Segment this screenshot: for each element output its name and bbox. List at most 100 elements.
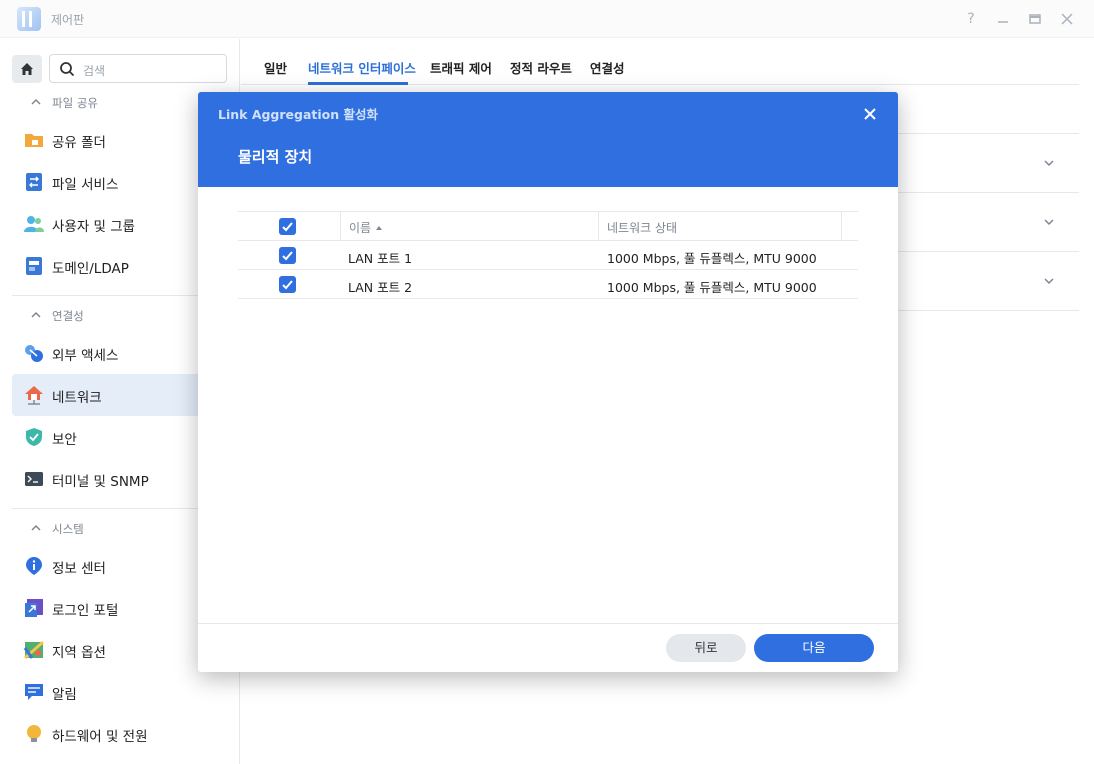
column-separator (598, 212, 599, 241)
sidebar-item-file-services[interactable]: 파일 서비스 (12, 161, 228, 203)
sidebar-item-security[interactable]: 보안 (12, 416, 228, 458)
home-icon (21, 63, 33, 75)
port-status: 1000 Mbps, 풀 듀플렉스, MTU 9000 (607, 251, 817, 266)
sort-ascending-icon (375, 226, 382, 230)
port-name: LAN 포트 2 (348, 280, 413, 295)
port-name: LAN 포트 1 (348, 251, 413, 266)
table-row[interactable]: LAN 포트 1 1000 Mbps, 풀 듀플렉스, MTU 9000 (238, 241, 858, 270)
sidebar-item-label: 정보 센터 (52, 561, 106, 577)
login-portal-icon (25, 599, 43, 617)
users-icon (24, 216, 44, 232)
sidebar-item-regional-options[interactable]: 지역 옵션 (12, 629, 228, 671)
chevron-up-icon (31, 98, 41, 105)
section-label: 연결성 (52, 309, 84, 323)
back-button[interactable]: 뒤로 (666, 634, 746, 662)
sidebar-item-users-groups[interactable]: 사용자 및 그룹 (12, 203, 228, 245)
search-placeholder: 검색 (83, 64, 106, 78)
minimize-icon[interactable] (992, 8, 1014, 30)
row-checkbox[interactable] (279, 276, 296, 293)
file-services-icon (26, 173, 42, 191)
sidebar-item-info-center[interactable]: 정보 센터 (12, 545, 228, 587)
close-icon[interactable] (1056, 8, 1078, 30)
section-connectivity[interactable]: 연결성 (0, 306, 228, 326)
sidebar-item-label: 알림 (52, 687, 77, 703)
column-separator (841, 212, 842, 241)
chevron-down-icon[interactable] (1043, 157, 1055, 169)
active-tab-indicator (308, 82, 408, 85)
column-separator (340, 212, 341, 241)
checkmark-icon (282, 280, 293, 290)
table-row[interactable]: LAN 포트 2 1000 Mbps, 풀 듀플렉스, MTU 9000 (238, 270, 858, 299)
sidebar-item-terminal-snmp[interactable]: 터미널 및 SNMP (12, 458, 228, 500)
maximize-icon[interactable] (1024, 8, 1046, 30)
sidebar-item-hardware-power[interactable]: 하드웨어 및 전원 (12, 713, 228, 755)
sidebar-item-label: 지역 옵션 (52, 645, 106, 661)
port-status: 1000 Mbps, 풀 듀플렉스, MTU 9000 (607, 280, 817, 295)
sidebar-item-label: 사용자 및 그룹 (52, 219, 136, 235)
tab-general[interactable]: 일반 (264, 58, 287, 77)
sidebar-item-network[interactable]: 네트워크 (12, 374, 228, 416)
domain-ldap-icon (26, 257, 42, 275)
divider (12, 295, 228, 296)
link-aggregation-dialog: Link Aggregation 활성화 물리적 장치 이름 네트워크 상태 L… (198, 92, 898, 672)
row-checkbox[interactable] (279, 247, 296, 264)
info-icon (26, 557, 42, 575)
section-label: 파일 공유 (52, 96, 98, 110)
dialog-header: Link Aggregation 활성화 물리적 장치 (198, 92, 898, 187)
shield-icon (26, 428, 42, 446)
chevron-down-icon[interactable] (1043, 216, 1055, 228)
external-access-icon (25, 345, 43, 362)
search-icon (60, 62, 75, 77)
sidebar-item-shared-folder[interactable]: 공유 폴더 (12, 119, 228, 161)
checkmark-icon (282, 222, 293, 232)
column-label: 이름 (349, 221, 372, 235)
help-icon[interactable]: ? (960, 8, 982, 30)
sidebar-item-notifications[interactable]: 알림 (12, 671, 228, 713)
sidebar-item-label: 파일 서비스 (52, 177, 119, 193)
sidebar-item-label: 네트워크 (52, 390, 102, 406)
sidebar-item-label: 로그인 포털 (52, 603, 119, 619)
tab-bar: 일반 네트워크 인터페이스 트래픽 제어 정적 라우트 연결성 (241, 39, 1079, 85)
title-bar: 제어판 ? (0, 0, 1094, 38)
chevron-up-icon (31, 311, 41, 318)
section-file-sharing[interactable]: 파일 공유 (0, 93, 228, 113)
sidebar-item-label: 보안 (52, 432, 77, 448)
search-input[interactable]: 검색 (49, 54, 227, 83)
section-label: 시스템 (52, 522, 84, 536)
home-button[interactable] (12, 55, 42, 83)
tab-static-route[interactable]: 정적 라우트 (510, 58, 572, 77)
divider (198, 623, 898, 624)
close-icon[interactable] (860, 104, 880, 124)
sidebar-item-external-access[interactable]: 외부 액세스 (12, 332, 228, 374)
divider (12, 508, 228, 509)
table-header: 이름 네트워크 상태 (238, 211, 858, 241)
terminal-icon (25, 472, 43, 486)
checkmark-icon (282, 251, 293, 261)
sidebar-item-label: 공유 폴더 (52, 135, 106, 151)
map-icon (24, 640, 44, 660)
section-system[interactable]: 시스템 (0, 519, 228, 539)
sidebar-item-login-portal[interactable]: 로그인 포털 (12, 587, 228, 629)
lightbulb-icon (27, 725, 41, 742)
tab-network-interface[interactable]: 네트워크 인터페이스 (308, 58, 416, 77)
sidebar-item-label: 외부 액세스 (52, 348, 119, 364)
window-title: 제어판 (51, 13, 85, 27)
select-all-checkbox[interactable] (279, 218, 296, 235)
tab-traffic-control[interactable]: 트래픽 제어 (430, 58, 492, 77)
next-button[interactable]: 다음 (754, 634, 874, 662)
chevron-down-icon[interactable] (1043, 275, 1055, 287)
network-house-icon (25, 386, 43, 405)
sidebar-item-domain-ldap[interactable]: 도메인/LDAP (12, 245, 228, 287)
control-panel-app-icon (17, 7, 41, 31)
dialog-step-title: 물리적 장치 (238, 148, 313, 166)
sidebar-item-label: 도메인/LDAP (52, 261, 129, 277)
tab-connectivity[interactable]: 연결성 (590, 58, 625, 77)
folder-icon (25, 134, 43, 147)
column-header-status[interactable]: 네트워크 상태 (607, 219, 677, 236)
notification-icon (25, 684, 43, 700)
chevron-up-icon (31, 524, 41, 531)
sidebar-item-label: 하드웨어 및 전원 (52, 729, 148, 745)
sidebar-item-label: 터미널 및 SNMP (52, 474, 149, 490)
column-header-name[interactable]: 이름 (349, 219, 383, 236)
dialog-title: Link Aggregation 활성화 (218, 107, 379, 122)
